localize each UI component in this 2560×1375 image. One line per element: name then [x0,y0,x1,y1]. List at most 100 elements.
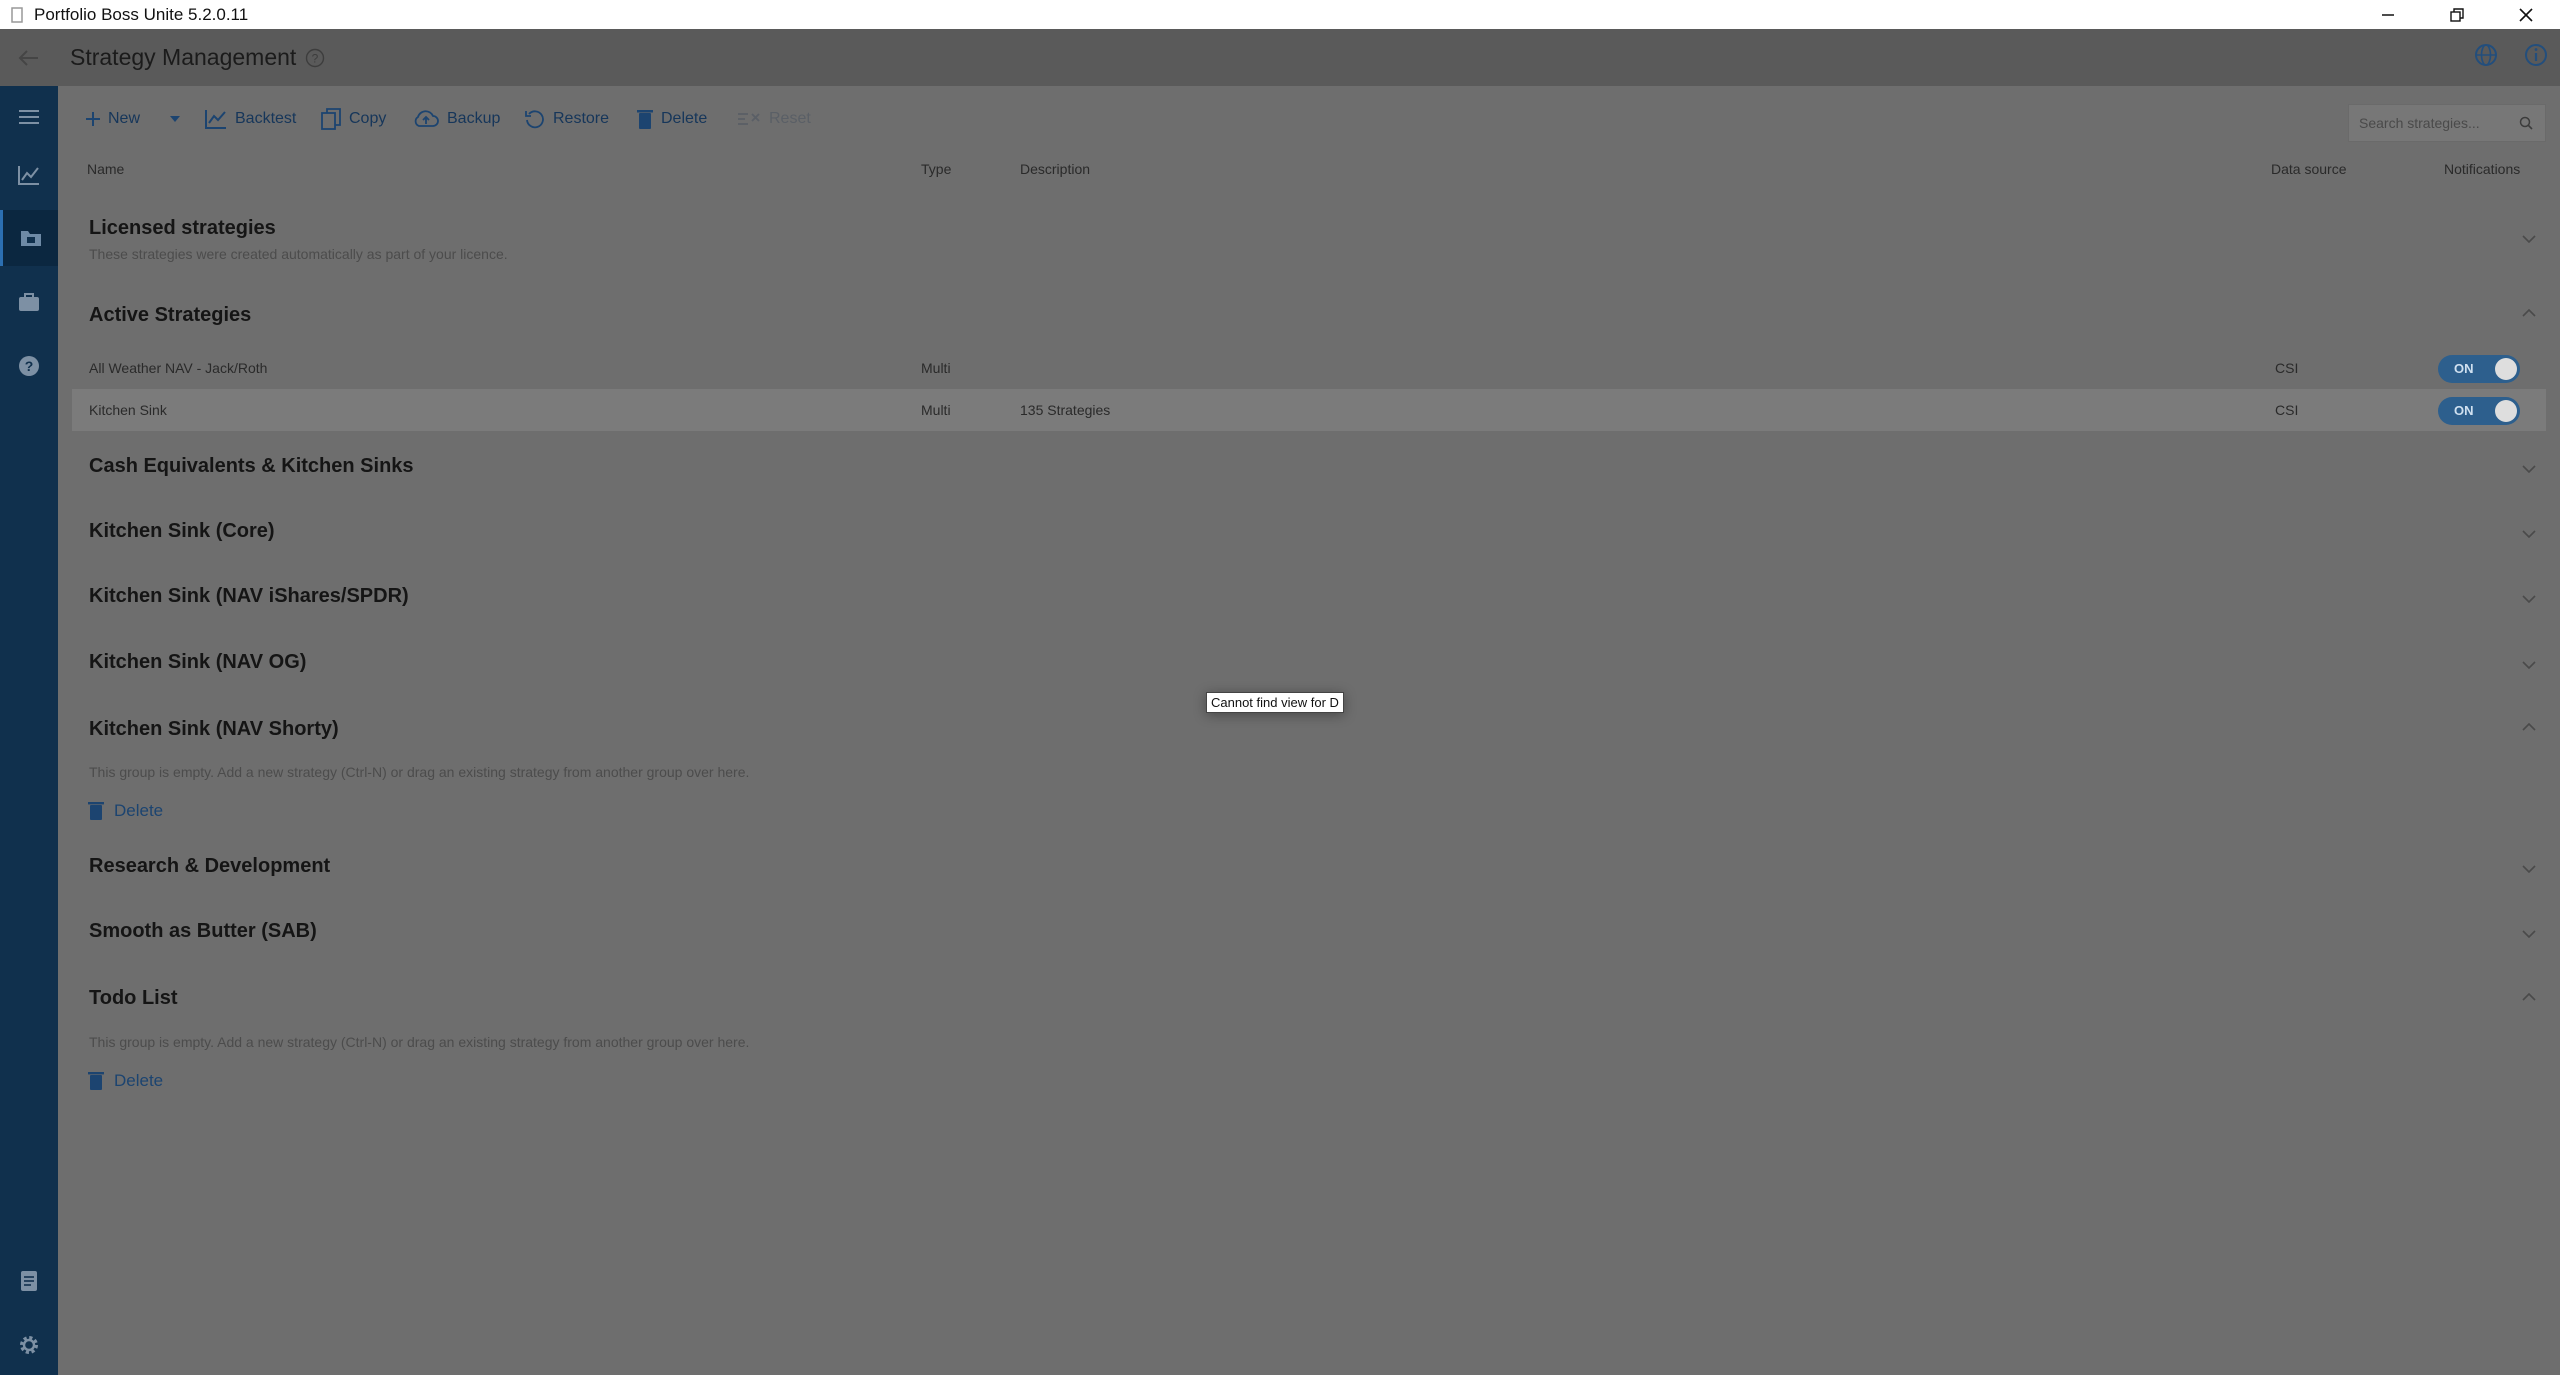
nav-charts[interactable] [0,147,58,203]
close-window-button[interactable] [2491,0,2560,29]
tooltip: Cannot find view for D [1206,692,1344,713]
document-icon [21,1271,37,1291]
group-title[interactable]: Smooth as Butter (SAB) [89,920,317,943]
back-arrow-icon [18,49,38,66]
table-row[interactable]: All Weather NAV - Jack/Roth Multi CSI ON [72,347,2546,389]
group-title[interactable]: Licensed strategies [89,217,276,240]
group-title[interactable]: Cash Equivalents & Kitchen Sinks [89,455,414,478]
restore-icon [525,110,544,129]
group-title[interactable]: Kitchen Sink (NAV Shorty) [89,718,339,741]
main-content: New Backtest Copy Backup Restore Delete … [58,86,2560,1375]
chevron-down-icon[interactable] [2520,590,2538,608]
new-dropdown-button[interactable] [169,106,181,132]
strategy-data-source: CSI [2275,360,2299,376]
reset-icon [738,113,760,125]
restore-button-label: Restore [553,110,610,127]
chevron-down-icon[interactable] [2520,925,2538,943]
search-box [2348,104,2546,142]
restore-window-icon [2449,7,2464,22]
column-header-name[interactable]: Name [87,161,124,177]
strategy-data-source: CSI [2275,402,2299,418]
menu-button[interactable] [0,89,58,145]
caret-down-icon [170,116,180,122]
search-icon[interactable] [2519,116,2533,130]
trash-icon [88,802,104,820]
trash-icon [637,110,653,129]
toggle-knob [2495,358,2517,380]
toolbar: New Backtest Copy Backup Restore Delete … [58,86,2560,150]
chart-icon [18,166,39,185]
column-header-data-source[interactable]: Data source [2271,161,2346,177]
group-title[interactable]: Active Strategies [89,304,251,327]
nav-settings[interactable] [0,1317,58,1373]
help-circle-icon[interactable]: ? [304,47,326,69]
settings-icon [20,1336,38,1354]
strategy-description: 135 Strategies [1020,402,1111,418]
nav-help[interactable]: ? [0,338,58,394]
reset-button-label: Reset [769,110,811,127]
chevron-up-icon[interactable] [2520,718,2538,736]
restore-button[interactable]: Restore [524,106,609,132]
group-title[interactable]: Todo List [89,987,178,1010]
menu-icon [19,110,39,124]
chevron-up-icon[interactable] [2520,988,2538,1006]
copy-icon [321,108,341,130]
chevron-down-icon[interactable] [2520,656,2538,674]
chevron-down-icon[interactable] [2520,525,2538,543]
app-header: Strategy Management ? [0,29,2560,86]
folder-icon [20,231,41,246]
back-button[interactable] [0,29,58,86]
reset-button[interactable]: Reset [736,106,811,132]
group-title[interactable]: Kitchen Sink (NAV OG) [89,651,306,674]
info-icon[interactable] [2524,43,2548,72]
chevron-down-icon[interactable] [2520,230,2538,248]
column-header-type[interactable]: Type [921,161,951,177]
nav-log[interactable] [0,1253,58,1309]
table-row[interactable]: Kitchen Sink Multi 135 Strategies CSI ON [72,389,2546,431]
restore-window-button[interactable] [2422,0,2491,29]
backup-button-label: Backup [447,110,501,127]
chevron-up-icon[interactable] [2520,304,2538,322]
globe-icon[interactable] [2474,43,2498,72]
column-header-notifications[interactable]: Notifications [2444,161,2520,177]
chevron-down-icon[interactable] [2520,460,2538,478]
delete-group-label: Delete [114,1071,164,1090]
briefcase-icon [19,293,39,311]
column-header-description[interactable]: Description [1020,161,1090,177]
left-nav-rail: ? [0,86,58,1375]
strategy-type: Multi [921,360,951,376]
group-title[interactable]: Kitchen Sink (Core) [89,520,275,543]
backtest-chart-icon [205,110,226,129]
new-button[interactable]: New [85,106,140,132]
strategy-name: All Weather NAV - Jack/Roth [89,360,268,376]
trash-icon [88,1072,104,1090]
notifications-toggle[interactable]: ON [2438,355,2520,383]
group-title[interactable]: Kitchen Sink (NAV iShares/SPDR) [89,585,409,608]
backtest-button-label: Backtest [235,110,297,127]
search-input[interactable] [2359,115,2519,131]
copy-button[interactable]: Copy [320,106,386,132]
minimize-button[interactable] [2353,0,2422,29]
copy-button-label: Copy [349,110,387,127]
strategy-type: Multi [921,402,951,418]
page-title: Strategy Management [70,44,297,70]
chevron-down-icon[interactable] [2520,860,2538,878]
help-icon: ? [19,356,39,376]
delete-group-label: Delete [114,801,164,820]
backup-button[interactable]: Backup [412,106,500,132]
nav-portfolio[interactable] [0,274,58,330]
toggle-label: ON [2454,403,2474,418]
group-title[interactable]: Research & Development [89,855,330,878]
delete-group-button[interactable]: Delete [88,801,163,821]
toggle-knob [2495,400,2517,422]
notifications-toggle[interactable]: ON [2438,397,2520,425]
window-titlebar: Portfolio Boss Unite 5.2.0.11 [0,0,2560,29]
toggle-label: ON [2454,361,2474,376]
backtest-button[interactable]: Backtest [204,106,296,132]
cloud-upload-icon [414,110,439,127]
svg-text:?: ? [312,51,319,65]
window-title: Portfolio Boss Unite 5.2.0.11 [34,4,249,24]
delete-button[interactable]: Delete [636,106,707,132]
delete-group-button[interactable]: Delete [88,1071,163,1091]
nav-strategies[interactable] [0,210,58,266]
